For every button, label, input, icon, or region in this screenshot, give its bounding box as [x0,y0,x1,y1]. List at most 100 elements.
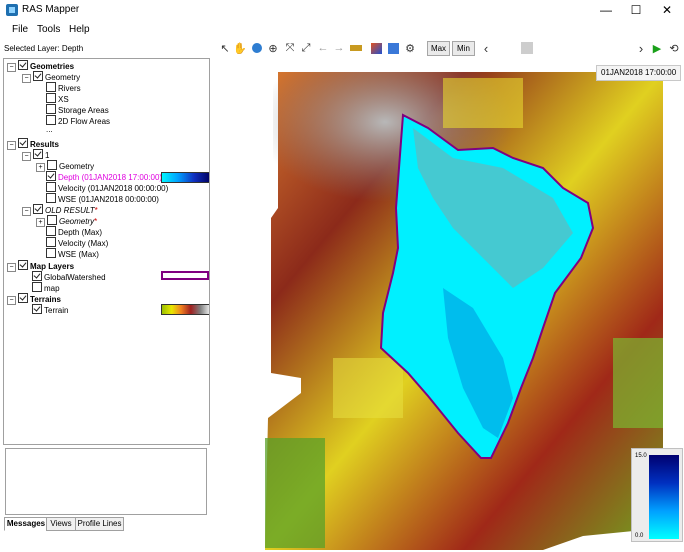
checkbox[interactable] [33,204,43,214]
time-prev-icon[interactable]: ‹ [479,41,493,56]
profile-icon[interactable] [369,41,383,55]
tree-more[interactable]: ... [46,124,53,135]
minimize-button[interactable]: — [591,0,621,20]
tab-messages[interactable]: Messages [4,517,48,531]
checkbox[interactable] [46,226,56,236]
tree-old-velocity[interactable]: Velocity (Max) [46,237,108,248]
collapse-icon[interactable]: − [7,141,16,150]
collapse-icon[interactable]: − [22,152,31,161]
raster-query-icon[interactable] [386,41,400,55]
tree-results[interactable]: − Results [7,138,59,150]
map-canvas[interactable] [213,58,684,550]
tree-map[interactable]: map [32,282,60,293]
checkbox[interactable] [33,149,43,159]
terrain-yellow-patch-2 [333,358,403,418]
terrain-yellow-patch [443,78,523,128]
colorbar-max-label: 15.0 [635,453,647,459]
min-button[interactable]: Min [452,41,475,56]
tab-profile-lines[interactable]: Profile Lines [75,517,124,531]
tree-terrains[interactable]: − Terrains [7,293,61,305]
checkbox[interactable] [33,71,43,81]
checkbox[interactable] [18,293,28,303]
checkbox[interactable] [46,237,56,247]
play-icon[interactable]: ▶ [650,41,664,55]
checkbox[interactable] [46,248,56,258]
map-time-label: 01JAN2018 17:00:00 [596,65,682,81]
expand-icon[interactable]: + [36,218,45,227]
checkbox[interactable] [18,138,28,148]
collapse-icon[interactable]: − [7,263,16,272]
checkbox[interactable] [46,193,56,203]
tree-old-result[interactable]: − OLD RESULT* [22,204,98,216]
terrain-green-right [613,338,663,428]
checkbox[interactable] [18,260,28,270]
checkbox[interactable] [32,282,42,292]
pan-hand-icon[interactable]: ✋ [233,41,247,55]
terrain-green-band [265,438,325,548]
zoom-in-icon[interactable]: ⊕ [266,41,280,55]
checkbox[interactable] [46,93,56,103]
tree-velocity-layer[interactable]: Velocity (01JAN2018 00:00:00) [46,182,168,193]
tools-gear-icon[interactable]: ⚙ [403,41,417,55]
maximize-button[interactable]: ☐ [621,0,651,20]
select-arrow-icon[interactable]: ↖ [218,41,232,55]
tree-rivers[interactable]: Rivers [46,82,81,93]
layer-tree-panel: − Geometries − Geometry Rivers XS Storage … [3,58,210,445]
max-button[interactable]: Max [427,41,450,56]
tree-geometry-node[interactable]: − Geometry [22,71,80,83]
tree-2d-flow-areas[interactable]: 2D Flow Areas [46,115,110,126]
menu-bar: File Tools Help [0,20,684,40]
tree-xs[interactable]: XS [46,93,69,104]
depth-colorbar: 15.0 0.0 [631,448,683,542]
tree-storage-areas[interactable]: Storage Areas [46,104,109,115]
checkbox[interactable] [46,171,56,181]
window-title: RAS Mapper [22,4,80,15]
selected-layer-label: Selected Layer: Depth [4,44,84,53]
checkbox[interactable] [46,82,56,92]
checkbox[interactable] [46,182,56,192]
back-arrow-icon[interactable]: ← [316,41,330,55]
tree-old-geometry[interactable]: + Geometry* [36,215,97,227]
expand-icon[interactable]: + [36,163,45,172]
tree-plan-1[interactable]: −1 [22,149,49,161]
collapse-icon[interactable]: − [7,63,16,72]
time-slider-thumb[interactable] [521,42,533,54]
tree-results-geometry[interactable]: + Geometry [36,160,94,172]
checkbox[interactable] [46,104,56,114]
terrain-legend-swatch[interactable] [161,304,209,315]
collapse-icon[interactable]: − [7,296,16,305]
reset-icon[interactable]: ⟲ [667,41,681,55]
tree-geometries[interactable]: − Geometries [7,60,74,72]
app-icon [6,4,18,16]
watershed-legend-swatch[interactable] [161,271,209,280]
tree-depth-layer[interactable]: Depth (01JAN2018 17:00:00) [46,171,162,182]
colorbar-gradient [649,455,679,539]
tab-views[interactable]: Views [46,517,76,531]
checkbox[interactable] [32,304,42,314]
messages-panel[interactable] [5,448,207,515]
time-next-icon[interactable]: › [634,41,648,56]
tree-map-layers[interactable]: − Map Layers [7,260,74,272]
zoom-extent-icon[interactable]: ⤧ [283,41,297,55]
tree-old-wse[interactable]: WSE (Max) [46,248,99,259]
collapse-icon[interactable]: − [22,207,31,216]
menu-file[interactable]: File [12,24,28,35]
globe-icon[interactable] [250,41,264,55]
checkbox[interactable] [47,160,57,170]
full-extent-icon[interactable]: ⤢ [299,41,313,55]
depth-legend-swatch[interactable] [161,172,209,183]
checkbox[interactable] [32,271,42,281]
terrain-map[interactable] [213,58,684,550]
tree-old-depth[interactable]: Depth (Max) [46,226,102,237]
tree-global-watershed[interactable]: GlobalWatershed [32,271,106,282]
tree-wse-layer[interactable]: WSE (01JAN2018 00:00:00) [46,193,159,204]
measure-icon[interactable] [349,41,363,55]
checkbox[interactable] [18,60,28,70]
checkbox[interactable] [47,215,57,225]
menu-help[interactable]: Help [69,24,90,35]
tree-terrain[interactable]: Terrain [32,304,68,315]
menu-tools[interactable]: Tools [37,24,60,35]
forward-arrow-icon[interactable]: → [332,41,346,55]
close-button[interactable]: ✕ [652,0,682,20]
collapse-icon[interactable]: − [22,74,31,83]
